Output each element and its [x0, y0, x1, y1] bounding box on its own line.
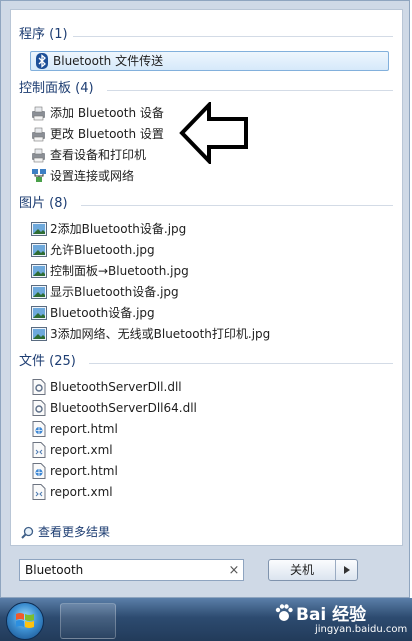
watermark-brand: Bai 经验 — [296, 605, 367, 625]
watermark-url: jingyan.baidu.com — [315, 624, 408, 635]
watermark: Bai 经验 jingyan.baidu.com — [268, 598, 408, 640]
result-label: 2添加Bluetooth设备.jpg — [50, 222, 187, 236]
annotation-arrow-icon — [179, 100, 249, 167]
result-picture-5[interactable]: Bluetooth设备.jpg — [31, 303, 155, 323]
divider — [73, 36, 393, 37]
clear-search-icon[interactable]: × — [225, 563, 243, 578]
shutdown-button[interactable]: 关机 — [269, 560, 336, 580]
network-icon — [31, 168, 47, 184]
result-file-1[interactable]: BluetoothServerDll.dll — [31, 377, 182, 397]
printer-device-icon — [31, 105, 47, 121]
image-file-icon — [31, 221, 47, 237]
windows-logo-icon — [15, 611, 35, 634]
result-label: report.html — [50, 464, 118, 478]
result-file-6[interactable]: report.xml — [31, 482, 113, 502]
result-label: Bluetooth 文件传送 — [53, 54, 164, 68]
image-file-icon — [31, 242, 47, 258]
xml-file-icon — [31, 484, 47, 500]
image-file-icon — [31, 263, 47, 279]
result-file-3[interactable]: report.html — [31, 419, 118, 439]
result-file-4[interactable]: report.xml — [31, 440, 113, 460]
result-label: 查看设备和打印机 — [50, 148, 147, 162]
bluetooth-icon — [34, 53, 50, 69]
html-file-icon — [31, 421, 47, 437]
result-label: 控制面板→Bluetooth.jpg — [50, 264, 189, 278]
result-label: 3添加网络、无线或Bluetooth打印机.jpg — [50, 327, 271, 341]
result-label: 设置连接或网络 — [50, 169, 135, 183]
result-add-bluetooth-device[interactable]: 添加 Bluetooth 设备 — [31, 103, 164, 123]
result-picture-3[interactable]: 控制面板→Bluetooth.jpg — [31, 261, 189, 281]
result-label: report.xml — [50, 485, 113, 499]
result-picture-2[interactable]: 允许Bluetooth.jpg — [31, 240, 155, 260]
result-file-2[interactable]: BluetoothServerDll64.dll — [31, 398, 197, 418]
taskbar-app-button[interactable] — [60, 603, 116, 639]
see-more-results-link[interactable]: 查看更多结果 — [19, 523, 110, 541]
image-file-icon — [31, 284, 47, 300]
see-more-label: 查看更多结果 — [38, 525, 111, 539]
result-file-5[interactable]: report.html — [31, 461, 118, 481]
printer-device-icon — [31, 126, 47, 142]
divider — [89, 363, 393, 364]
xml-file-icon — [31, 442, 47, 458]
start-button[interactable] — [6, 602, 44, 640]
result-picture-6[interactable]: 3添加网络、无线或Bluetooth打印机.jpg — [31, 324, 270, 344]
result-view-devices-printers[interactable]: 查看设备和打印机 — [31, 145, 146, 165]
dll-file-icon — [31, 379, 47, 395]
result-label: BluetoothServerDll64.dll — [50, 401, 197, 415]
divider — [107, 90, 393, 91]
result-label: 添加 Bluetooth 设备 — [50, 106, 164, 120]
search-input[interactable] — [20, 560, 225, 580]
shutdown-options-arrow-icon[interactable] — [336, 560, 357, 580]
programs-group-header[interactable]: 程序 (1) — [19, 26, 68, 44]
result-label: report.xml — [50, 443, 113, 457]
search-box[interactable]: × — [19, 559, 244, 581]
html-file-icon — [31, 463, 47, 479]
start-menu: 程序 (1) Bluetooth 文件传送 控制面板 (4) 添加 Blueto… — [0, 0, 410, 598]
result-label: Bluetooth设备.jpg — [50, 306, 155, 320]
result-label: 更改 Bluetooth 设置 — [50, 127, 164, 141]
control-panel-group-header[interactable]: 控制面板 (4) — [19, 80, 94, 98]
result-picture-1[interactable]: 2添加Bluetooth设备.jpg — [31, 219, 186, 239]
search-icon — [19, 524, 35, 540]
paw-logo-icon — [275, 604, 293, 621]
result-label: 允许Bluetooth.jpg — [50, 243, 155, 257]
result-picture-4[interactable]: 显示Bluetooth设备.jpg — [31, 282, 179, 302]
files-group-header[interactable]: 文件 (25) — [19, 353, 76, 371]
result-bluetooth-file-transfer[interactable]: Bluetooth 文件传送 — [30, 51, 389, 71]
shutdown-button-group: 关机 — [268, 559, 358, 581]
result-label: 显示Bluetooth设备.jpg — [50, 285, 179, 299]
pictures-group-header[interactable]: 图片 (8) — [19, 195, 68, 213]
result-label: report.html — [50, 422, 118, 436]
image-file-icon — [31, 305, 47, 321]
printer-device-icon — [31, 147, 47, 163]
dll-file-icon — [31, 400, 47, 416]
search-results-pane: 程序 (1) Bluetooth 文件传送 控制面板 (4) 添加 Blueto… — [10, 9, 403, 546]
divider — [81, 205, 393, 206]
result-setup-connection-network[interactable]: 设置连接或网络 — [31, 166, 134, 186]
image-file-icon — [31, 326, 47, 342]
result-label: BluetoothServerDll.dll — [50, 380, 182, 394]
result-change-bluetooth-settings[interactable]: 更改 Bluetooth 设置 — [31, 124, 164, 144]
